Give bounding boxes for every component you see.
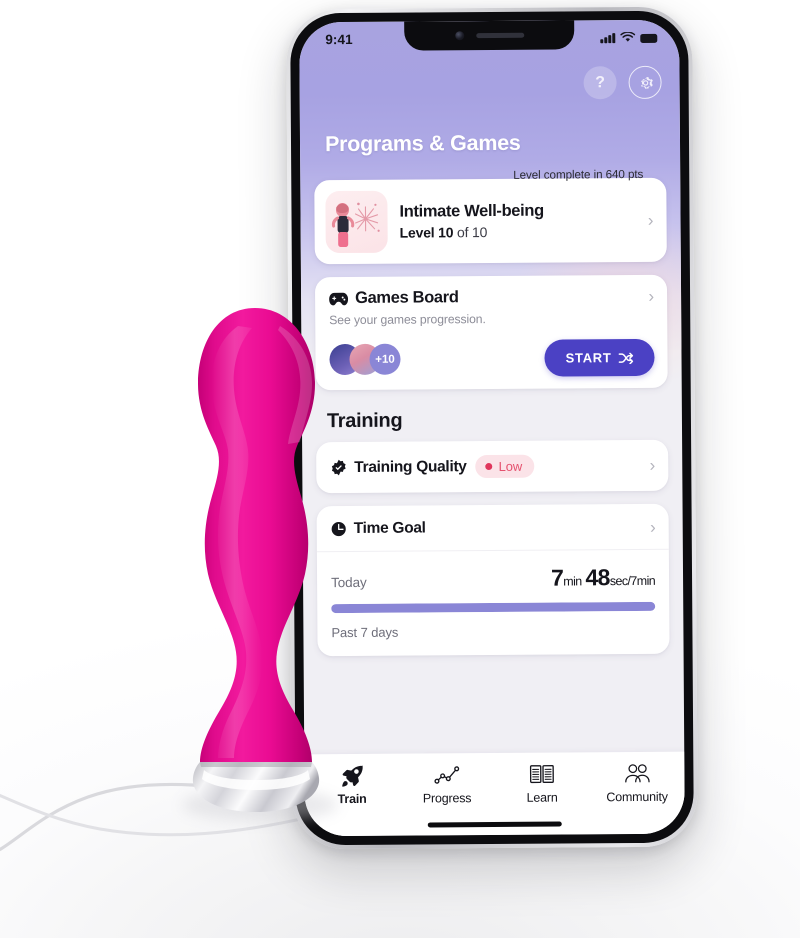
chevron-right-icon: › (649, 517, 656, 537)
tab-community-label: Community (606, 789, 668, 805)
notch (404, 20, 575, 51)
page-title: Programs & Games (324, 130, 521, 157)
open-book-icon (529, 762, 554, 787)
signal-bars-icon (600, 33, 616, 44)
tab-progress[interactable]: Progress (399, 762, 494, 806)
tab-community[interactable]: Community (589, 761, 684, 805)
status-badge-text: Low (498, 458, 523, 474)
games-footer: +10 START (329, 338, 655, 378)
today-row: Today 7min 48sec/7min (331, 564, 655, 593)
start-button[interactable]: START (544, 338, 655, 377)
program-level: Level 10 of 10 (400, 223, 636, 241)
wifi-icon (620, 31, 636, 42)
scroll-content[interactable]: Programs & Games Level complete in 640 p… (300, 106, 685, 837)
today-value: 7min 48sec/7min (551, 564, 655, 592)
time-goal-body: Today 7min 48sec/7min Past 7 days (317, 550, 670, 656)
intimate-wellbeing-card[interactable]: Intimate Well-being Level 10 of 10 › (314, 177, 667, 265)
chevron-right-icon: › (649, 455, 656, 475)
header-actions: ? (583, 65, 662, 100)
phone-screen: 9:41 ? Programs & Games Level complete i… (299, 19, 685, 837)
line-chart-icon (434, 762, 460, 787)
tab-learn[interactable]: Learn (494, 761, 589, 805)
chevron-right-icon: › (647, 210, 654, 230)
status-badge: Low (475, 454, 535, 479)
front-camera-icon (454, 31, 464, 41)
tab-learn-label: Learn (526, 790, 558, 805)
past-days-label: Past 7 days (331, 624, 399, 641)
level-card-wrapper: Level complete in 640 pts Intimate Well-… (314, 165, 667, 265)
training-quality-card[interactable]: Training Quality Low › (316, 439, 669, 494)
level-banner: Level complete in 640 pts (314, 165, 666, 190)
minutes-value: 7 (550, 564, 564, 591)
chevron-right-icon: › (648, 286, 655, 306)
celebration-fireworks-thumbnail (325, 190, 388, 254)
level-card-text: Intimate Well-being Level 10 of 10 (399, 201, 636, 241)
seconds-value: 48 (585, 564, 610, 591)
status-dot-icon (485, 462, 493, 471)
earpiece-speaker (475, 32, 524, 39)
quality-title-group: Training Quality (330, 457, 467, 477)
games-subtitle: See your games progression. (329, 312, 486, 328)
start-button-label: START (565, 350, 612, 366)
program-title: Intimate Well-being (399, 201, 544, 221)
time-goal-header[interactable]: Time Goal › (316, 503, 669, 553)
games-title-text: Games Board (355, 288, 459, 307)
battery-icon (640, 33, 658, 43)
games-header: Games Board › (329, 287, 654, 308)
minutes-unit: min (563, 574, 582, 589)
settings-button[interactable] (628, 65, 662, 100)
seconds-unit: sec/7min (609, 573, 656, 589)
product-photo-scene: 9:41 ? Programs & Games Level complete i… (0, 0, 800, 938)
app-screen: 9:41 ? Programs & Games Level complete i… (299, 20, 685, 837)
help-button[interactable]: ? (583, 66, 617, 100)
pink-silicone-device (182, 308, 338, 821)
status-time: 9:41 (325, 31, 353, 48)
home-indicator (427, 821, 562, 828)
tab-progress-label: Progress (422, 791, 472, 806)
games-board-card[interactable]: Games Board › See your games progression… (314, 274, 668, 391)
quality-label: Training Quality (354, 457, 467, 476)
level-banner-text: Level complete in 640 pts (513, 167, 644, 182)
training-section-title: Training (326, 409, 403, 433)
help-icon: ? (595, 73, 606, 91)
status-indicators (600, 31, 658, 44)
shuffle-icon (618, 352, 634, 364)
bottom-tab-bar: Train Progress Learn Community (304, 751, 685, 837)
time-goal-card[interactable]: Time Goal › Today 7min 48sec/7min Past 7… (316, 503, 670, 657)
phone-bezel: 9:41 ? Programs & Games Level complete i… (290, 10, 694, 846)
gear-icon (640, 76, 653, 89)
level-total: of 10 (453, 224, 488, 241)
level-number: Level 10 (399, 224, 454, 241)
avatar-count: +10 (369, 343, 401, 375)
time-goal-label: Time Goal (353, 519, 426, 537)
people-group-icon (623, 761, 650, 786)
